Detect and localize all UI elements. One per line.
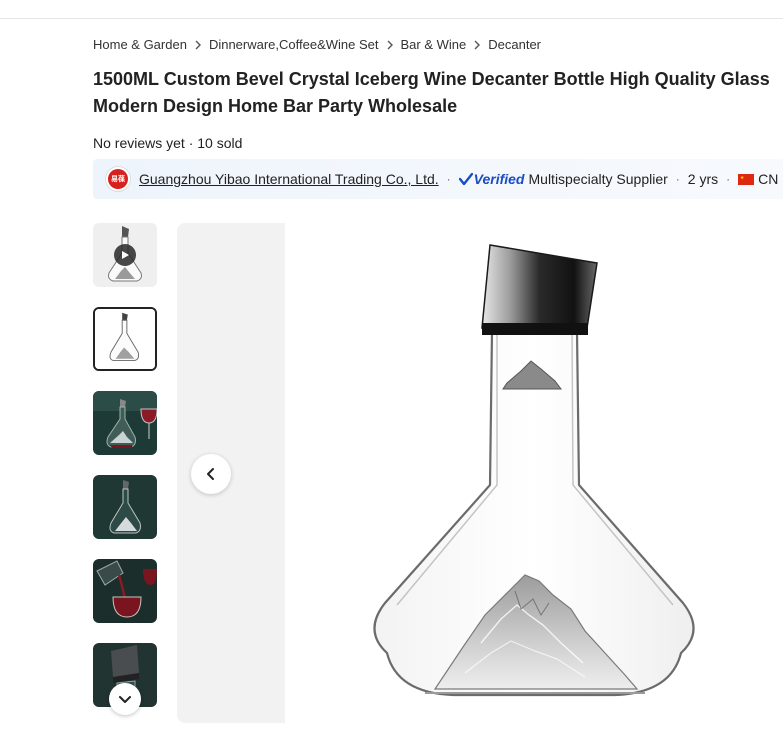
supplier-country: CN xyxy=(758,171,779,187)
breadcrumb-bar-wine[interactable]: Bar & Wine xyxy=(401,37,467,52)
top-divider xyxy=(0,18,783,19)
separator-dot: · xyxy=(726,172,731,186)
supplier-logo-mark: 易葆 xyxy=(108,169,128,189)
thumbnail-2[interactable] xyxy=(93,307,157,371)
main-product-image[interactable] xyxy=(285,223,783,723)
verified-label[interactable]: Verified xyxy=(474,171,525,187)
reviews-text[interactable]: No reviews yet xyxy=(93,135,185,151)
chevron-left-icon xyxy=(207,468,214,480)
thumbnail-5[interactable] xyxy=(93,559,157,623)
breadcrumb-home-garden[interactable]: Home & Garden xyxy=(93,37,187,52)
thumbnail-3[interactable] xyxy=(93,391,157,455)
product-title-line-2: Modern Design Home Bar Party Wholesale xyxy=(93,96,458,116)
chevron-right-icon xyxy=(466,40,488,50)
sold-count: 10 sold xyxy=(197,135,243,151)
iceberg-decanter-image xyxy=(373,244,695,697)
play-icon xyxy=(114,244,136,266)
product-title: 1500ML Custom Bevel Crystal Iceberg Wine… xyxy=(93,66,783,120)
decanter-dark-thumbnail xyxy=(93,475,157,539)
chevron-right-icon xyxy=(379,40,401,50)
chevron-right-icon xyxy=(187,40,209,50)
image-viewer xyxy=(177,223,783,723)
chevron-down-icon xyxy=(119,696,131,703)
decanter-wine-glass-thumbnail xyxy=(93,391,157,455)
supplier-years: 2 yrs xyxy=(687,171,719,187)
breadcrumb-decanter[interactable]: Decanter xyxy=(488,37,541,52)
china-flag-icon xyxy=(738,173,755,185)
thumbnail-video[interactable] xyxy=(93,223,157,287)
previous-image-button[interactable] xyxy=(191,454,231,494)
product-stats: No reviews yet · 10 sold xyxy=(93,135,242,151)
supplier-type: Multispecialty Supplier xyxy=(528,171,668,187)
verified-check-icon xyxy=(458,172,473,186)
supplier-logo[interactable]: 易葆 xyxy=(105,166,131,192)
separator-dot: · xyxy=(675,172,680,186)
breadcrumb: Home & Garden Dinnerware,Coffee&Wine Set… xyxy=(93,37,541,52)
supplier-name-link[interactable]: Guangzhou Yibao International Trading Co… xyxy=(139,171,439,187)
separator-dot: · xyxy=(446,172,451,186)
breadcrumb-dinnerware[interactable]: Dinnerware,Coffee&Wine Set xyxy=(209,37,379,52)
product-title-line-1: 1500ML Custom Bevel Crystal Iceberg Wine… xyxy=(93,69,770,89)
thumbnail-4[interactable] xyxy=(93,475,157,539)
decanter-white-thumbnail xyxy=(95,309,155,369)
thumbnails-scroll-down-button[interactable] xyxy=(109,683,141,715)
supplier-bar: 易葆 Guangzhou Yibao International Trading… xyxy=(93,159,783,199)
stats-separator: · xyxy=(188,135,194,151)
pouring-wine-thumbnail xyxy=(93,559,157,623)
